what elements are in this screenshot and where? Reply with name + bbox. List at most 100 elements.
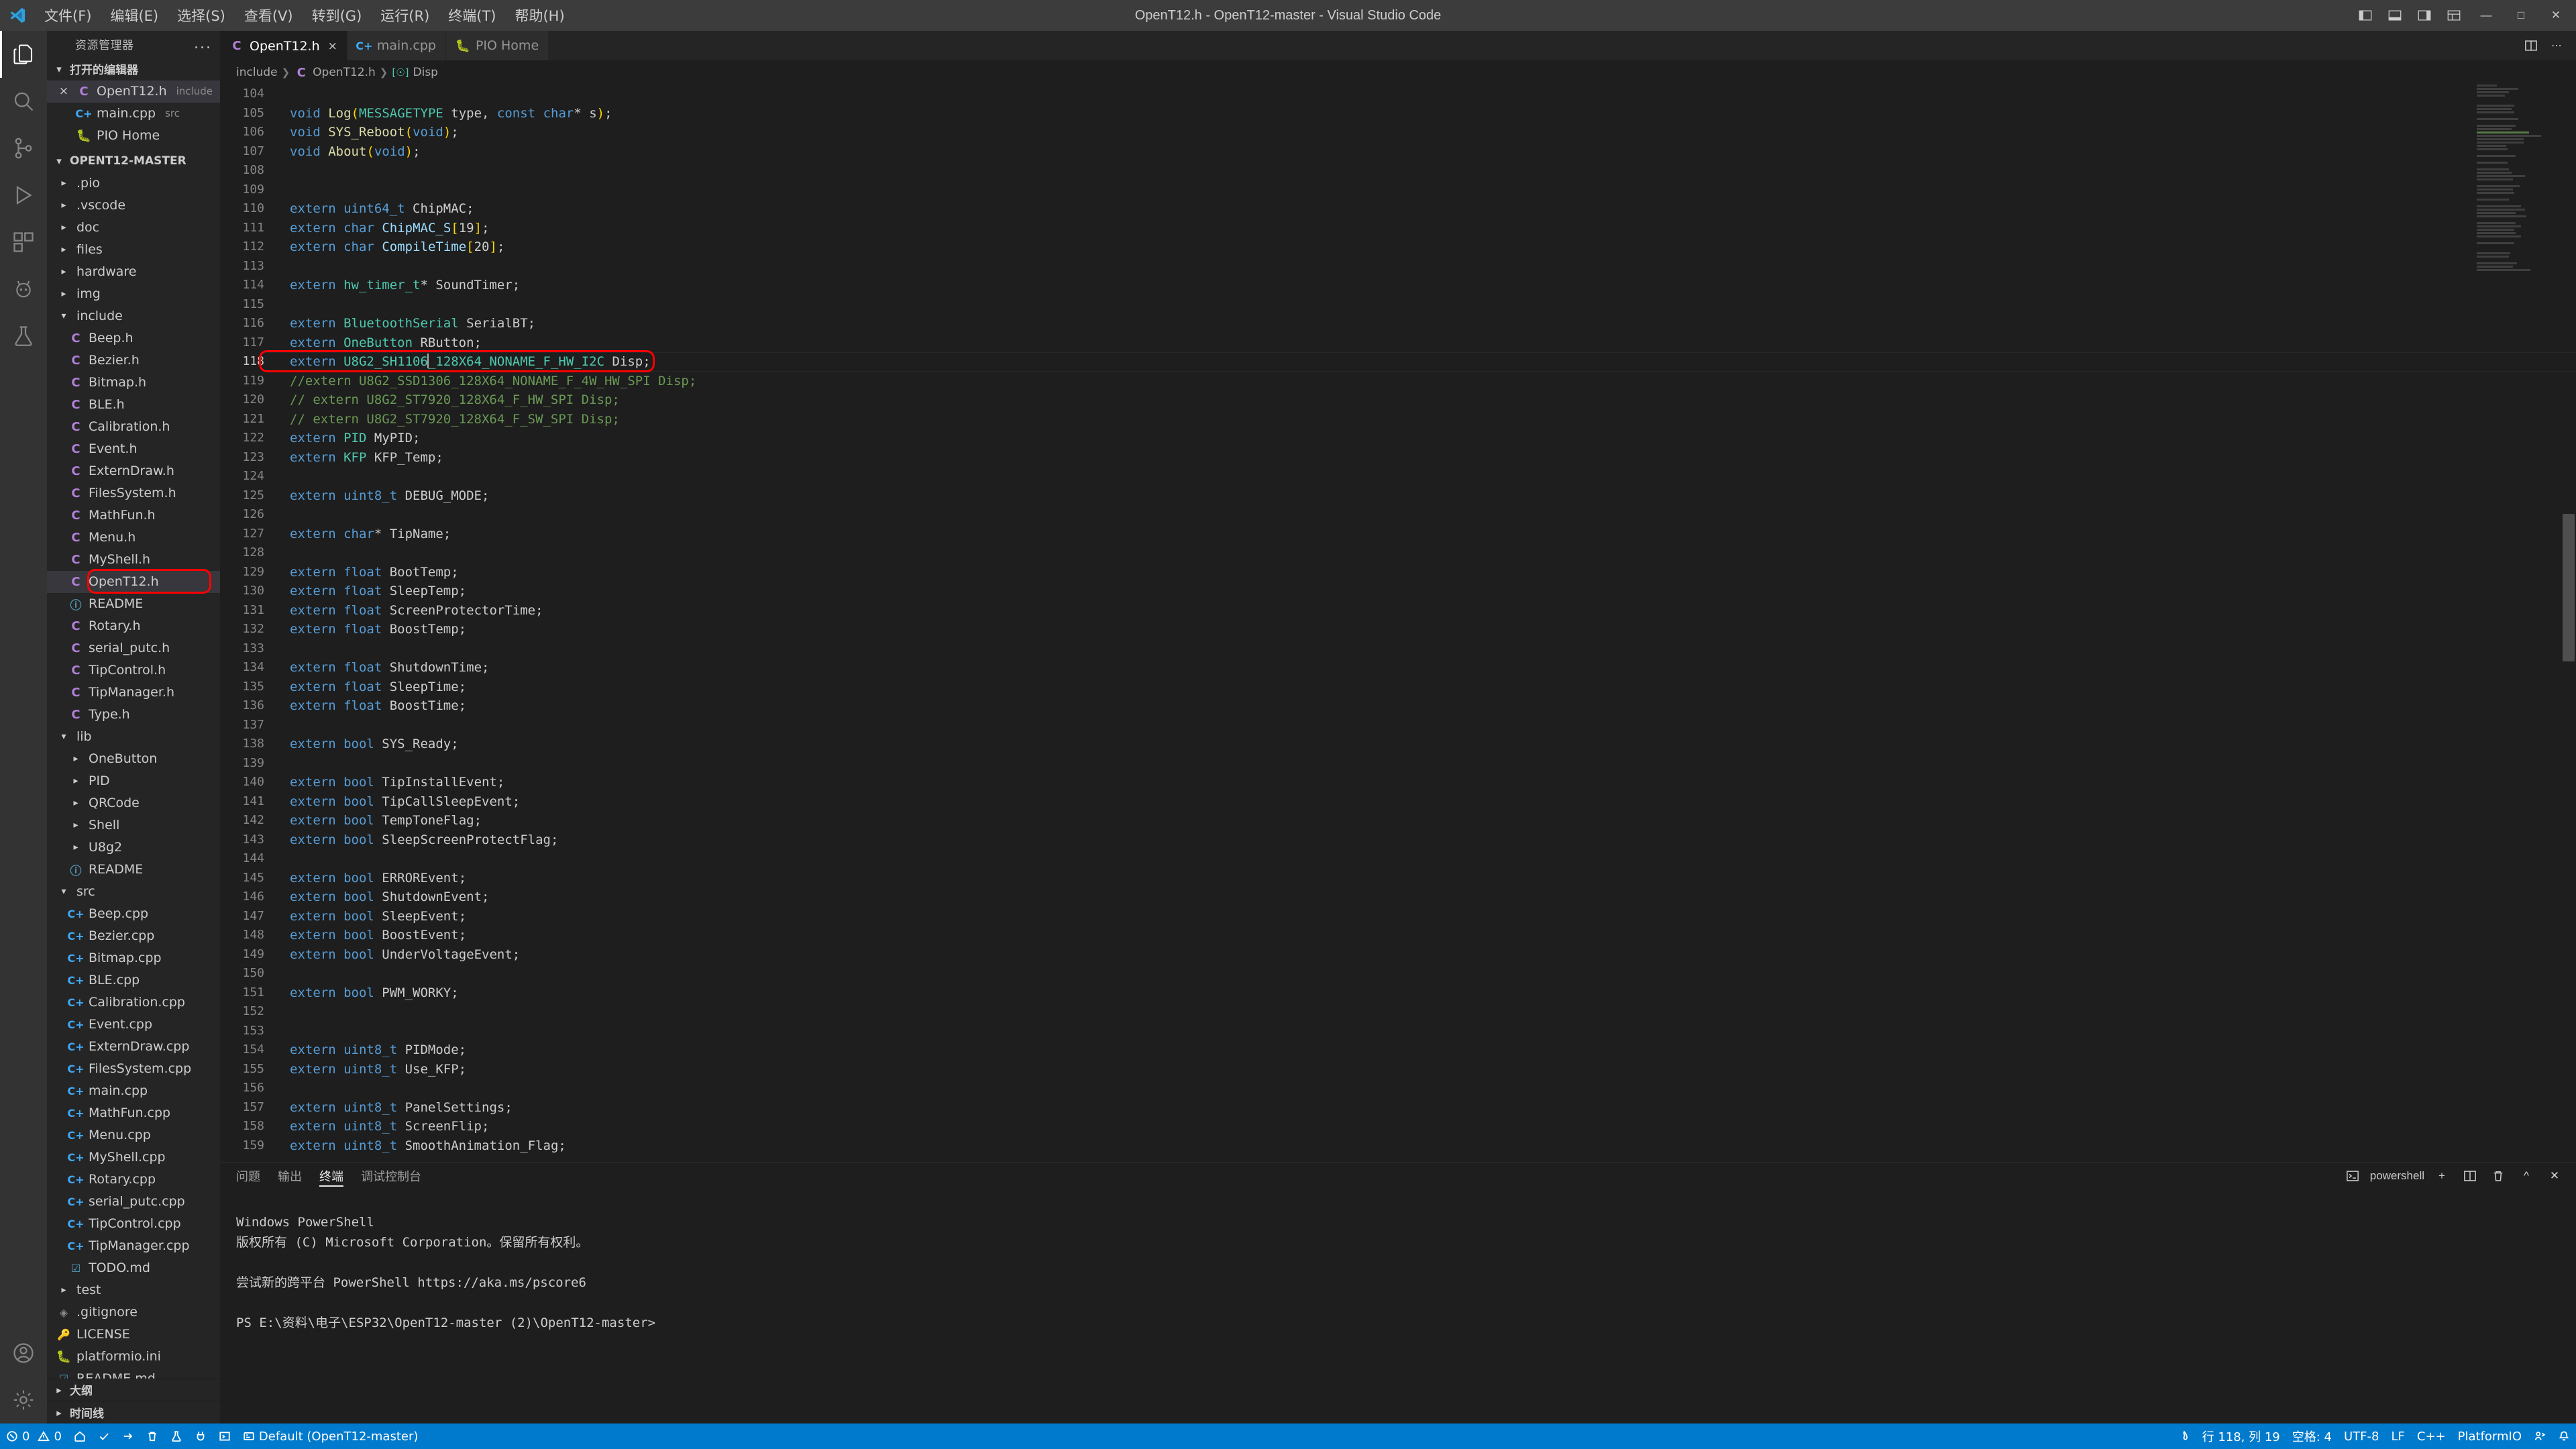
tree-file-typeh[interactable]: C Type.h (47, 704, 220, 726)
tree-file-rotarycpp[interactable]: C+ Rotary.cpp (47, 1169, 220, 1191)
line-content[interactable]: extern bool TipInstallEvent; (278, 773, 504, 792)
code-line-124[interactable]: 124 (220, 467, 2576, 486)
pio-terminal-icon[interactable] (213, 1424, 237, 1449)
tree-file-serialputch[interactable]: Cserial_putc.h (47, 637, 220, 659)
launch-profile-icon[interactable] (2342, 1165, 2363, 1187)
code-line-114[interactable]: 114 extern hw_timer_t* SoundTimer; (220, 276, 2576, 295)
split-editor-icon[interactable] (2520, 34, 2542, 57)
code-line-154[interactable]: 154 extern uint8_t PIDMode; (220, 1040, 2576, 1060)
tree-file-bezierh[interactable]: C Bezier.h (47, 350, 220, 372)
status-platformio-env[interactable]: Default (OpenT12-master) (237, 1424, 424, 1449)
shell-selector-label[interactable]: powershell (2370, 1169, 2424, 1183)
breadcrumb[interactable]: include ❯ C OpenT12.h ❯ [☉] Disp (220, 60, 2576, 85)
tree-folder-doc[interactable]: ▸ doc (47, 217, 220, 239)
tree-file-filessystemcpp[interactable]: C+ FilesSystem.cpp (47, 1058, 220, 1080)
customize-layout-icon[interactable] (2439, 2, 2469, 29)
code-line-144[interactable]: 144 (220, 849, 2576, 869)
tree-folder-test[interactable]: ▸ test (47, 1279, 220, 1301)
titlebar-actions[interactable]: — □ ✕ (2351, 0, 2576, 31)
code-line-151[interactable]: 151 extern bool PWM_WORKY; (220, 983, 2576, 1003)
menu-go[interactable]: 转到(G) (303, 3, 372, 28)
status-language-mode[interactable]: C++ (2411, 1424, 2452, 1449)
gear-icon[interactable] (0, 1377, 47, 1424)
menu-selection[interactable]: 选择(S) (168, 3, 235, 28)
accounts-icon[interactable] (0, 1330, 47, 1377)
tree-file-externdrawcpp[interactable]: C+ ExternDraw.cpp (47, 1036, 220, 1058)
code-line-141[interactable]: 141 extern bool TipCallSleepEvent; (220, 792, 2576, 812)
editor-tab-bar[interactable]: C OpenT12.h × C+ main.cpp 🐛 PIO Home ⋯ (220, 31, 2576, 60)
close-window-button[interactable]: ✕ (2538, 0, 2573, 31)
status-indentation[interactable]: 空格: 4 (2286, 1424, 2338, 1449)
menu-edit[interactable]: 编辑(E) (101, 3, 168, 28)
maximize-panel-icon[interactable]: ^ (2516, 1165, 2537, 1187)
toggle-secondary-sidebar-icon[interactable] (2410, 2, 2439, 29)
section-open-editors[interactable]: ▾ 打开的编辑器 (47, 58, 220, 80)
code-line-155[interactable]: 155 extern uint8_t Use_KFP; (220, 1060, 2576, 1079)
tree-file-calibrationh[interactable]: C Calibration.h (47, 416, 220, 438)
more-editor-actions-icon[interactable]: ⋯ (2545, 34, 2568, 57)
code-line-131[interactable]: 131 extern float ScreenProtectorTime; (220, 601, 2576, 621)
tab-problems[interactable]: 问题 (236, 1163, 260, 1189)
tree-file-filessystemh[interactable]: C FilesSystem.h (47, 482, 220, 504)
code-lines[interactable]: 104 105 void Log(MESSAGETYPE type, const c… (220, 85, 2576, 1155)
line-content[interactable]: extern float ScreenProtectorTime; (278, 601, 543, 621)
code-line-145[interactable]: 145 extern bool ERROREvent; (220, 869, 2576, 888)
tree-file-beziercpp[interactable]: C+ Bezier.cpp (47, 925, 220, 947)
tree-file-opent12h[interactable]: C OpenT12.h (47, 570, 220, 593)
code-line-135[interactable]: 135 extern float SleepTime; (220, 678, 2576, 697)
code-line-106[interactable]: 106 void SYS_Reboot(void); (220, 123, 2576, 142)
scrollbar-thumb[interactable] (2563, 514, 2575, 661)
line-content[interactable]: extern char ChipMAC_S[19]; (278, 219, 490, 238)
code-line-134[interactable]: 134 extern float ShutdownTime; (220, 658, 2576, 678)
line-content[interactable]: extern bool PWM_WORKY; (278, 983, 459, 1003)
line-content[interactable]: extern uint8_t SmoothAnimation_Flag; (278, 1136, 566, 1156)
code-line-142[interactable]: 142 extern bool TempToneFlag; (220, 811, 2576, 830)
code-line-157[interactable]: 157 extern uint8_t PanelSettings; (220, 1098, 2576, 1118)
tree-file-eventcpp[interactable]: C+ Event.cpp (47, 1014, 220, 1036)
tree-file-tipmanagercpp[interactable]: C+ TipManager.cpp (47, 1235, 220, 1257)
menu-help[interactable]: 帮助(H) (505, 3, 574, 28)
toggle-panel-icon[interactable] (2380, 2, 2410, 29)
menu-bar[interactable]: 文件(F) 编辑(E) 选择(S) 查看(V) 转到(G) 运行(R) 终端(T… (35, 3, 574, 28)
tab-pio-home[interactable]: 🐛 PIO Home (445, 31, 549, 60)
code-line-126[interactable]: 126 (220, 505, 2576, 525)
pio-serial-monitor-icon[interactable] (189, 1424, 213, 1449)
section-project-root[interactable]: ▾ OPENT12-MASTER (47, 150, 220, 172)
code-line-127[interactable]: 127 extern char* TipName; (220, 525, 2576, 544)
tree-file-menucpp[interactable]: C+ Menu.cpp (47, 1124, 220, 1146)
pio-build-icon[interactable] (92, 1424, 116, 1449)
tree-folder-pio[interactable]: ▸ .pio (47, 172, 220, 195)
code-line-147[interactable]: 147 extern bool SleepEvent; (220, 907, 2576, 926)
status-cursor-position[interactable]: 行 118, 列 19 (2196, 1424, 2286, 1449)
minimize-button[interactable]: — (2469, 0, 2504, 31)
tree-file-tipcontrolcpp[interactable]: C+ TipControl.cpp (47, 1213, 220, 1235)
tab-terminal[interactable]: 终端 (319, 1163, 343, 1189)
line-content[interactable]: void SYS_Reboot(void); (278, 123, 459, 142)
line-content[interactable]: extern float SleepTemp; (278, 582, 466, 601)
line-content[interactable]: extern BluetoothSerial SerialBT; (278, 314, 535, 333)
tree-file-bitmaph[interactable]: C Bitmap.h (47, 372, 220, 394)
tree-file-readmemd[interactable]: ☑ README.md (47, 1368, 220, 1378)
tree-folder-qrcode[interactable]: ▸ QRCode (47, 792, 220, 814)
tree-file-maincpp[interactable]: C+ main.cpp (47, 1080, 220, 1102)
tab-main-cpp[interactable]: C+ main.cpp (347, 31, 446, 60)
tab-opent12-h[interactable]: C OpenT12.h × (220, 31, 347, 60)
line-content[interactable]: extern bool UnderVoltageEvent; (278, 945, 520, 965)
tree-file-calibrationcpp[interactable]: C+ Calibration.cpp (47, 991, 220, 1014)
line-content[interactable]: extern float BootTemp; (278, 563, 459, 582)
code-line-119[interactable]: 119 //extern U8G2_SSD1306_128X64_NONAME_F… (220, 372, 2576, 391)
editor-scrollbar[interactable] (2561, 85, 2576, 1162)
explorer-tree[interactable]: ▾ 打开的编辑器 × C OpenT12.h include C+ main.c… (47, 58, 220, 1379)
code-line-152[interactable]: 152 (220, 1002, 2576, 1022)
line-content[interactable]: extern OneButton RButton; (278, 333, 482, 353)
line-content[interactable]: // extern U8G2_ST7920_128X64_F_SW_SPI Di… (278, 410, 620, 429)
code-line-125[interactable]: 125 extern uint8_t DEBUG_MODE; (220, 486, 2576, 506)
code-line-132[interactable]: 132 extern float BoostTemp; (220, 620, 2576, 639)
line-content[interactable]: extern float BoostTemp; (278, 620, 466, 639)
code-line-140[interactable]: 140 extern bool TipInstallEvent; (220, 773, 2576, 792)
code-line-120[interactable]: 120 // extern U8G2_ST7920_128X64_F_HW_SPI… (220, 390, 2576, 410)
tree-file-bleh[interactable]: C BLE.h (47, 394, 220, 416)
line-content[interactable]: extern bool SleepScreenProtectFlag; (278, 830, 558, 850)
tree-file-license[interactable]: 🔑 LICENSE (47, 1324, 220, 1346)
tree-file-mathfuncpp[interactable]: C+ MathFun.cpp (47, 1102, 220, 1124)
